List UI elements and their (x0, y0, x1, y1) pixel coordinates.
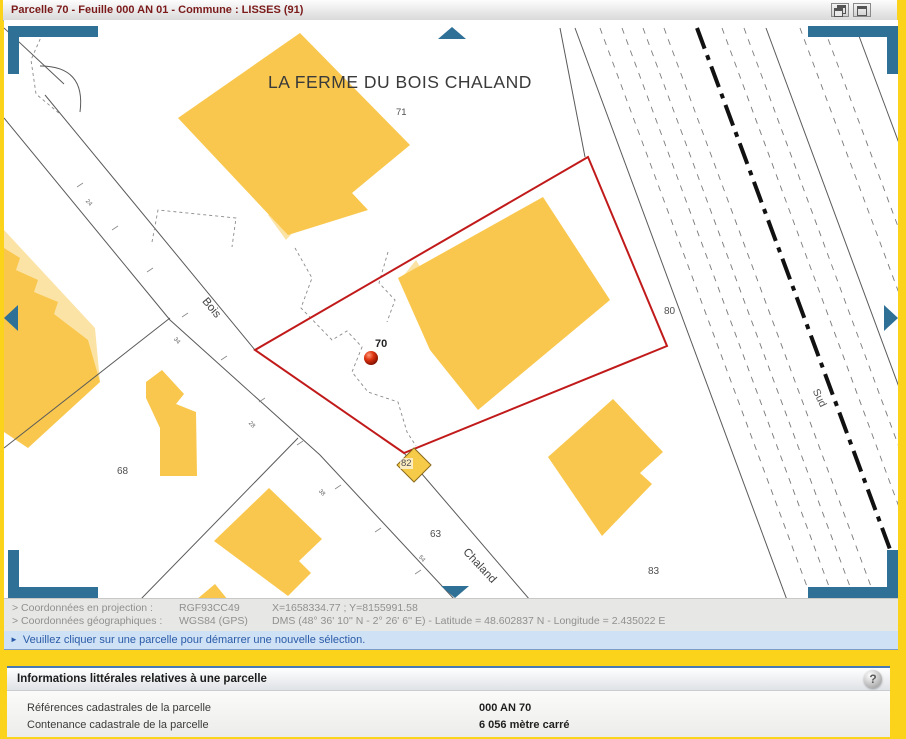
parcel-info-panel: Informations littérales relatives à une … (7, 666, 890, 737)
restore-window-button[interactable] (831, 3, 849, 17)
help-icon: ? (869, 672, 876, 686)
projection-system: RGF93CC49 (179, 602, 240, 614)
diamond-label-82: 82 (400, 458, 413, 469)
geographic-system: WGS84 (GPS) (179, 615, 248, 627)
maximize-icon (857, 6, 867, 16)
parcel-label-63: 63 (430, 529, 441, 540)
instruction-message-text: Veuillez cliquer sur une parcelle pour d… (23, 634, 365, 646)
parcel-label-71: 71 (396, 107, 407, 118)
parcel-label-83: 83 (648, 566, 659, 577)
cadastral-map-svg[interactable] (4, 20, 898, 598)
geographic-label: > Coordonnées géographiques : (12, 615, 162, 627)
parcel-info-body: Références cadastrales de la parcelle 00… (7, 691, 890, 737)
references-label: Références cadastrales de la parcelle (27, 702, 211, 714)
maximize-window-button[interactable] (853, 3, 871, 17)
window-title: Parcelle 70 - Feuille 000 AN 01 - Commun… (11, 0, 303, 20)
cadastre-viewer-page: { "title_bar": { "title": "Parcelle 70 -… (0, 0, 906, 739)
pan-right-arrow[interactable] (884, 305, 898, 331)
buildings-layer (4, 33, 663, 598)
contenance-label: Contenance cadastrale de la parcelle (27, 719, 209, 731)
parcel-label-80: 80 (664, 306, 675, 317)
instruction-message-bar: ► Veuillez cliquer sur une parcelle pour … (4, 631, 898, 650)
projection-label: > Coordonnées en projection : (12, 602, 153, 614)
selected-parcel-marker-dot (364, 351, 378, 365)
projection-values: X=1658334.77 ; Y=8155991.58 (272, 602, 418, 614)
selected-parcel-label-70: 70 (375, 338, 387, 350)
parcel-info-header: Informations littérales relatives à une … (7, 668, 890, 691)
cadastral-map[interactable]: LA FERME DU BOIS CHALAND 71 80 68 63 83 … (4, 20, 898, 598)
help-button[interactable]: ? (864, 670, 882, 688)
window-title-bar: Parcelle 70 - Feuille 000 AN 01 - Commun… (3, 0, 897, 21)
references-value: 000 AN 70 (479, 702, 531, 714)
contenance-value: 6 056 mètre carré (479, 719, 570, 731)
parcel-label-68: 68 (117, 466, 128, 477)
pan-up-arrow[interactable] (438, 27, 466, 39)
parcel-info-header-title: Informations littérales relatives à une … (17, 673, 267, 685)
geographic-values: DMS (48° 36' 10'' N - 2° 26' 6'' E) - La… (272, 615, 665, 627)
play-arrow-icon: ► (10, 635, 18, 644)
place-name-label: LA FERME DU BOIS CHALAND (268, 72, 532, 93)
coordinates-panel: > Coordonnées en projection : RGF93CC49 … (4, 598, 898, 631)
pan-down-arrow[interactable] (441, 586, 469, 598)
